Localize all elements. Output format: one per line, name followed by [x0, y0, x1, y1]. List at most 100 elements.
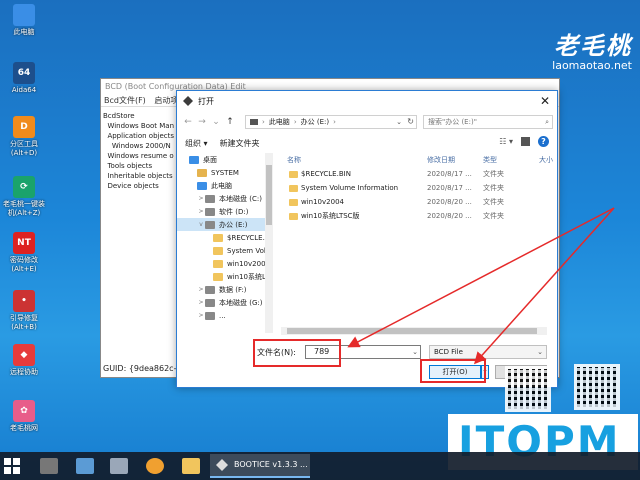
- nav-item[interactable]: > 软件 (D:): [177, 205, 273, 218]
- view-options-icon[interactable]: ☷ ▾: [499, 137, 513, 146]
- bcd-tree-item[interactable]: BcdStore: [103, 111, 174, 121]
- nav-item-label: 本地磁盘 (C:): [219, 194, 262, 203]
- back-arrow-icon[interactable]: ←: [181, 117, 195, 127]
- bcd-tree-item[interactable]: Application objects: [103, 131, 174, 141]
- address-dropdown-icon[interactable]: ⌄: [396, 118, 402, 126]
- file-name: win10v2004: [301, 198, 344, 206]
- filename-dropdown-icon[interactable]: ⌄: [412, 346, 418, 358]
- open-file-dialog: 打开 ✕ ← → ⌄ ↑ › 此电脑 › 办公 (E:) › ⌄ ↻ 搜索"办公…: [176, 90, 558, 388]
- nav-item[interactable]: > 数据 (F:): [177, 283, 273, 296]
- forward-arrow-icon[interactable]: →: [195, 117, 209, 127]
- nav-item[interactable]: v 办公 (E:): [177, 218, 273, 231]
- new-folder-button[interactable]: 新建文件夹: [220, 138, 260, 149]
- folder-icon: [213, 259, 223, 268]
- file-row[interactable]: System Volume Information 2020/8/17 ... 文件…: [281, 181, 557, 195]
- address-bar[interactable]: › 此电脑 › 办公 (E:) › ⌄ ↻: [245, 115, 417, 129]
- nav-item[interactable]: SYSTEM: [177, 166, 273, 179]
- help-icon[interactable]: ?: [538, 136, 549, 147]
- expand-chevron-icon[interactable]: >: [197, 286, 205, 293]
- desktop-icon-item[interactable]: D 分区工具 (Alt+D): [2, 116, 46, 158]
- network-icon[interactable]: [110, 458, 128, 474]
- desktop-icon-item[interactable]: 此电脑: [2, 4, 46, 37]
- file-row[interactable]: win10v2004 2020/8/20 ... 文件夹: [281, 195, 557, 209]
- desktop-icon-item[interactable]: • 引导修复 (Alt+B): [2, 290, 46, 332]
- filetype-dropdown-icon: ⌄: [537, 348, 543, 356]
- expand-chevron-icon[interactable]: >: [197, 299, 205, 306]
- file-type: 文件夹: [483, 212, 504, 220]
- file-row[interactable]: win10系统LTSC版 2020/8/20 ... 文件夹: [281, 209, 557, 223]
- navigation-scrollbar[interactable]: [265, 153, 273, 333]
- navigation-pane: 桌面 SYSTEM 此电脑 > 本地磁盘 (C:) > 软件 (D:) v 办公 (E:) $RE…: [177, 153, 273, 333]
- monitor-icon[interactable]: [76, 458, 94, 474]
- breadcrumb-root[interactable]: 此电脑: [269, 117, 290, 127]
- bcd-menu-file[interactable]: Bcd文件(F): [104, 96, 146, 105]
- nav-item[interactable]: >...: [177, 309, 273, 322]
- nav-item-label: 软件 (D:): [219, 207, 249, 216]
- up-arrow-icon[interactable]: ↑: [223, 117, 237, 127]
- memory-chip-icon[interactable]: [40, 458, 58, 474]
- expand-chevron-icon[interactable]: >: [197, 195, 205, 202]
- desktop-icon-label: 老毛桃网: [10, 424, 38, 432]
- desktop-icon-label: 老毛桃一键装 机(Alt+Z): [3, 200, 45, 217]
- search-tool-icon[interactable]: [146, 458, 164, 474]
- expand-chevron-icon[interactable]: >: [197, 208, 205, 215]
- history-chevron-icon[interactable]: ⌄: [209, 117, 223, 127]
- nav-item[interactable]: 此电脑: [177, 179, 273, 192]
- nav-item[interactable]: win10系统LT: [177, 270, 273, 283]
- desktop-icon-label: Aida64: [11, 86, 37, 94]
- bcd-tree[interactable]: BcdStore Windows Boot Mana Application o…: [101, 109, 177, 361]
- bcd-tree-item[interactable]: Inheritable objects: [103, 171, 174, 181]
- taskbar-bootice-button[interactable]: BOOTICE v1.3.3 ...: [210, 454, 310, 478]
- file-row[interactable]: $RECYCLE.BIN 2020/8/17 ... 文件夹: [281, 167, 557, 181]
- nav-item[interactable]: > 本地磁盘 (C:): [177, 192, 273, 205]
- scrollbar-thumb[interactable]: [287, 328, 537, 334]
- folder-icon: [213, 233, 223, 242]
- breadcrumb-folder[interactable]: 办公 (E:): [301, 117, 329, 127]
- file-type: 文件夹: [483, 170, 504, 178]
- desktop-icon-item[interactable]: 64 Aida64: [2, 62, 46, 95]
- drive-icon: [205, 298, 215, 307]
- bcd-tree-item[interactable]: Windows resume ob: [103, 151, 174, 161]
- search-input[interactable]: 搜索"办公 (E:)" ⌕: [423, 115, 553, 129]
- qr-code: [505, 366, 551, 412]
- bcd-tree-item[interactable]: Device objects: [103, 181, 174, 191]
- computer-small-icon: [250, 119, 258, 125]
- nav-item-label: $RECYCLE.B: [227, 233, 270, 242]
- scrollbar-thumb[interactable]: [266, 165, 272, 225]
- column-modified[interactable]: 修改日期: [427, 155, 455, 165]
- qr-code: [574, 364, 620, 410]
- file-list-header: 名称 修改日期 类型 大小: [281, 153, 557, 167]
- filename-row: 文件名(N): 789 ⌄ BCD File ⌄: [177, 343, 557, 361]
- nav-item[interactable]: System Volu: [177, 244, 273, 257]
- filetype-select[interactable]: BCD File ⌄: [429, 345, 547, 359]
- bcd-tree-item[interactable]: Windows Boot Mana: [103, 121, 174, 131]
- nav-item-label: 桌面: [203, 155, 217, 164]
- nav-item[interactable]: 桌面: [177, 153, 273, 166]
- preview-pane-icon[interactable]: [521, 137, 530, 146]
- nav-item[interactable]: win10v2004: [177, 257, 273, 270]
- column-size[interactable]: 大小: [539, 155, 553, 165]
- bootice-icon: [216, 459, 228, 471]
- desktop-icon-item[interactable]: ⟳ 老毛桃一键装 机(Alt+Z): [2, 176, 46, 218]
- nav-item[interactable]: > 本地磁盘 (G:): [177, 296, 273, 309]
- expand-chevron-icon[interactable]: v: [197, 221, 205, 228]
- aida64-icon: 64: [13, 62, 35, 84]
- desktop-icon-item[interactable]: ◆ 远程协助: [2, 344, 46, 377]
- desktop-icon-item[interactable]: NT 密码修改 (Alt+E): [2, 232, 46, 274]
- windows-start-icon[interactable]: [4, 458, 20, 474]
- file-explorer-icon[interactable]: [182, 458, 200, 474]
- install-tool-icon: ⟳: [13, 176, 35, 198]
- close-icon[interactable]: ✕: [539, 94, 551, 108]
- expand-chevron-icon[interactable]: >: [197, 312, 205, 319]
- horizontal-scrollbar[interactable]: [281, 327, 547, 335]
- desktop-icon-item[interactable]: ✿ 老毛桃网: [2, 400, 46, 433]
- column-type[interactable]: 类型: [483, 155, 497, 165]
- column-name[interactable]: 名称: [287, 155, 301, 165]
- folder-icon: [289, 171, 298, 178]
- open-button-highlight-box: [420, 359, 486, 383]
- bcd-tree-item[interactable]: Tools objects: [103, 161, 174, 171]
- nav-item[interactable]: $RECYCLE.B: [177, 231, 273, 244]
- refresh-icon[interactable]: ↻: [407, 117, 414, 126]
- organize-button[interactable]: 组织 ▾: [185, 138, 208, 149]
- bcd-tree-item[interactable]: Windows 2000/N: [103, 141, 174, 151]
